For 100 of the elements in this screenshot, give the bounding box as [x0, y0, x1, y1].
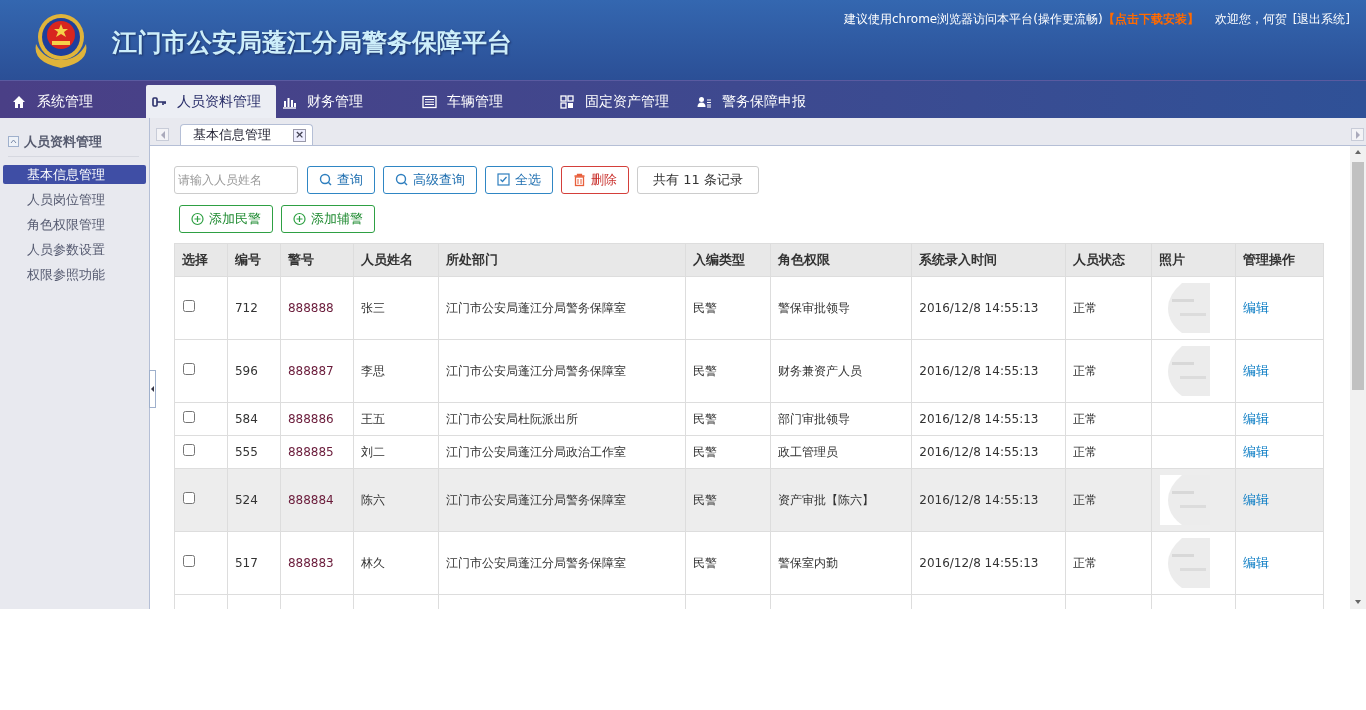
table-cell: 王五 [353, 402, 439, 436]
edit-link[interactable]: 编辑 [1243, 363, 1269, 379]
table-cell: 555 [227, 435, 281, 469]
edit-link[interactable]: 编辑 [1243, 411, 1269, 427]
column-header: 人员姓名 [353, 243, 439, 277]
table-cell: 李思 [353, 339, 439, 403]
list-icon [422, 94, 437, 109]
table-cell: 584 [227, 402, 281, 436]
table-cell: 524 [227, 468, 281, 532]
nav-tab[interactable]: 车辆管理 [416, 85, 554, 118]
table-cell: 江门市公安局蓬江分局警务保障室 [438, 531, 685, 595]
checkbox-icon [497, 173, 510, 187]
table-cell: 部门审批领导 [770, 402, 912, 436]
row-checkbox[interactable] [183, 555, 195, 567]
plus-circle-icon [191, 212, 204, 226]
row-checkbox[interactable] [183, 444, 195, 456]
row-checkbox[interactable] [183, 492, 195, 504]
table-cell: 警保审批领导 [770, 276, 912, 340]
nav-tab[interactable]: 系统管理 [0, 85, 146, 118]
table-cell: 政工管理员 [770, 435, 912, 469]
column-header: 人员状态 [1065, 243, 1152, 277]
sidebar-item[interactable]: 人员参数设置 [3, 239, 146, 259]
table-cell: 张三 [353, 276, 439, 340]
edit-link[interactable]: 编辑 [1243, 300, 1269, 316]
table-cell: 刘二 [353, 435, 439, 469]
table-cell: 2016/12/8 14:55:13 [911, 339, 1066, 403]
table-cell: 正常 [1065, 339, 1152, 403]
sidebar-title: 人员资料管理 [24, 133, 102, 151]
sidebar-item[interactable]: 基本信息管理 [3, 164, 146, 184]
add-button[interactable]: 添加民警 [179, 205, 273, 233]
table-cell: 888885 [280, 435, 354, 469]
table-cell: 民警 [685, 276, 771, 340]
nav-tab[interactable]: 固定资产管理 [554, 85, 691, 118]
table-cell: 资产审批【陈六】 [770, 468, 912, 532]
column-header: 选择 [174, 243, 228, 277]
table-cell: 民警 [685, 531, 771, 595]
collapse-icon[interactable] [8, 136, 19, 148]
sidebar-toggle[interactable] [149, 370, 156, 408]
search-field[interactable]: 请输入人员姓名 [174, 166, 298, 194]
table-cell: 2016/12/8 14:55:13 [911, 402, 1066, 436]
row-checkbox[interactable] [183, 411, 195, 423]
column-header: 警号 [280, 243, 354, 277]
table-cell: 517 [227, 531, 281, 595]
column-header: 入编类型 [685, 243, 771, 277]
table-cell: 2016/12/8 14:55:13 [911, 468, 1066, 532]
table-cell: 888883 [280, 531, 354, 595]
table-cell: 正常 [1065, 435, 1152, 469]
close-button[interactable]: × [293, 128, 306, 142]
column-header: 管理操作 [1235, 243, 1324, 277]
table-cell: 正常 [1065, 468, 1152, 532]
sidebar-item[interactable]: 人员岗位管理 [3, 189, 146, 209]
search-icon [319, 173, 332, 187]
edit-link[interactable]: 编辑 [1243, 444, 1269, 460]
scrollbar[interactable] [1350, 146, 1366, 609]
table-cell: 民警 [685, 339, 771, 403]
edit-link[interactable]: 编辑 [1243, 555, 1269, 571]
table-cell: 596 [227, 339, 281, 403]
nav-tab[interactable]: 警务保障申报 [691, 85, 831, 118]
table-cell: 2016/12/8 14:55:13 [911, 435, 1066, 469]
trash-icon [573, 173, 586, 187]
table-cell: 2016/12/8 14:55:13 [911, 531, 1066, 595]
nav-tab[interactable]: 人员资料管理 [146, 85, 276, 118]
nav-tab[interactable]: 财务管理 [276, 85, 416, 118]
column-header: 所处部门 [438, 243, 685, 277]
table-cell: 712 [227, 276, 281, 340]
key-icon [152, 94, 167, 109]
document-tab[interactable]: 基本信息管理 × [180, 124, 313, 145]
table-cell: 江门市公安局蓬江分局警务保障室 [438, 276, 685, 340]
toolbar-button[interactable]: 删除 [561, 166, 629, 194]
grid-icon [560, 94, 575, 109]
table-cell: 江门市公安局蓬江分局警务保障室 [438, 339, 685, 403]
table-cell: 正常 [1065, 531, 1152, 595]
column-header: 照片 [1151, 243, 1236, 277]
table-cell: 正常 [1065, 402, 1152, 436]
table-cell: 民警 [685, 435, 771, 469]
add-button[interactable]: 添加辅警 [281, 205, 375, 233]
toolbar-button[interactable]: 高级查询 [383, 166, 477, 194]
table-cell: 888886 [280, 402, 354, 436]
table-cell: 财务兼资产人员 [770, 339, 912, 403]
table-cell: 江门市公安局蓬江分局政治工作室 [438, 435, 685, 469]
table-cell: 陈六 [353, 468, 439, 532]
sidebar-item[interactable]: 角色权限管理 [3, 214, 146, 234]
logout-link[interactable]: [退出系统] [1292, 10, 1350, 28]
row-checkbox[interactable] [183, 300, 195, 312]
edit-link[interactable]: 编辑 [1243, 492, 1269, 508]
toolbar-button[interactable]: 全选 [485, 166, 553, 194]
search-icon [395, 173, 408, 187]
table-cell: 正常 [1065, 276, 1152, 340]
table-cell: 888888 [280, 276, 354, 340]
toolbar-button[interactable]: 查询 [307, 166, 375, 194]
column-header: 角色权限 [770, 243, 912, 277]
sidebar-item[interactable]: 权限参照功能 [3, 264, 146, 284]
column-header: 编号 [227, 243, 281, 277]
row-checkbox[interactable] [183, 363, 195, 375]
table-cell: 2016/12/8 14:55:13 [911, 276, 1066, 340]
table-cell: 888887 [280, 339, 354, 403]
table-cell: 888884 [280, 468, 354, 532]
table-cell: 林久 [353, 531, 439, 595]
table-cell: 江门市公安局杜阮派出所 [438, 402, 685, 436]
table-cell: 民警 [685, 402, 771, 436]
